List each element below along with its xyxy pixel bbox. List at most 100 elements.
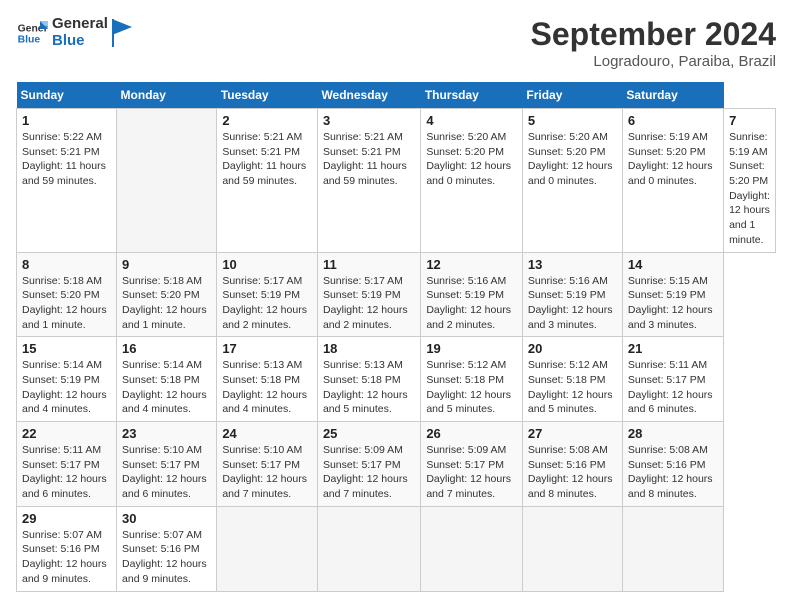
- calendar-week-row: 29 Sunrise: 5:07 AMSunset: 5:16 PMDayligh…: [17, 506, 776, 591]
- day-number: 25: [323, 426, 415, 441]
- day-info: Sunrise: 5:20 AMSunset: 5:20 PMDaylight:…: [426, 130, 517, 189]
- day-info: Sunrise: 5:19 AMSunset: 5:20 PMDaylight:…: [729, 130, 770, 248]
- day-number: 10: [222, 257, 312, 272]
- day-number: 8: [22, 257, 111, 272]
- day-number: 29: [22, 511, 111, 526]
- day-of-week-header: Tuesday: [217, 82, 318, 109]
- day-number: 27: [528, 426, 617, 441]
- calendar-day: 24 Sunrise: 5:10 AMSunset: 5:17 PMDayligh…: [217, 422, 318, 507]
- calendar-day: 21Sunrise: 5:11 AMSunset: 5:17 PMDayligh…: [622, 337, 723, 422]
- calendar-day: 7 Sunrise: 5:19 AMSunset: 5:20 PMDaylight…: [724, 109, 776, 253]
- calendar-day: [622, 506, 723, 591]
- day-number: 21: [628, 341, 718, 356]
- day-info: Sunrise: 5:07 AMSunset: 5:16 PMDaylight:…: [122, 528, 211, 587]
- day-info: Sunrise: 5:14 AMSunset: 5:18 PMDaylight:…: [122, 358, 211, 417]
- day-number: 19: [426, 341, 517, 356]
- calendar-day: [522, 506, 622, 591]
- day-info: Sunrise: 5:18 AMSunset: 5:20 PMDaylight:…: [22, 274, 111, 333]
- day-number: 12: [426, 257, 517, 272]
- day-number: 30: [122, 511, 211, 526]
- calendar-day: 3Sunrise: 5:21 AMSunset: 5:21 PMDaylight…: [317, 109, 420, 253]
- calendar-day: 6 Sunrise: 5:19 AMSunset: 5:20 PMDaylight…: [622, 109, 723, 253]
- calendar-day: [117, 109, 217, 253]
- day-info: Sunrise: 5:16 AMSunset: 5:19 PMDaylight:…: [426, 274, 517, 333]
- calendar-day: 18 Sunrise: 5:13 AMSunset: 5:18 PMDayligh…: [317, 337, 420, 422]
- day-info: Sunrise: 5:15 AMSunset: 5:19 PMDaylight:…: [628, 274, 718, 333]
- day-number: 14: [628, 257, 718, 272]
- calendar-day: 1 Sunrise: 5:22 AMSunset: 5:21 PMDaylight…: [17, 109, 117, 253]
- day-info: Sunrise: 5:08 AMSunset: 5:16 PMDaylight:…: [628, 443, 718, 502]
- month-title: September 2024: [531, 16, 776, 53]
- calendar-day: 25 Sunrise: 5:09 AMSunset: 5:17 PMDayligh…: [317, 422, 420, 507]
- day-info: Sunrise: 5:07 AMSunset: 5:16 PMDaylight:…: [22, 528, 111, 587]
- day-number: 26: [426, 426, 517, 441]
- calendar-day: 11 Sunrise: 5:17 AMSunset: 5:19 PMDayligh…: [317, 252, 420, 337]
- calendar-day: 27 Sunrise: 5:08 AMSunset: 5:16 PMDayligh…: [522, 422, 622, 507]
- day-info: Sunrise: 5:09 AMSunset: 5:17 PMDaylight:…: [323, 443, 415, 502]
- day-number: 24: [222, 426, 312, 441]
- day-info: Sunrise: 5:08 AMSunset: 5:16 PMDaylight:…: [528, 443, 617, 502]
- day-info: Sunrise: 5:10 AMSunset: 5:17 PMDaylight:…: [122, 443, 211, 502]
- calendar-day: 8 Sunrise: 5:18 AMSunset: 5:20 PMDaylight…: [17, 252, 117, 337]
- day-number: 1: [22, 113, 111, 128]
- day-of-week-header: Wednesday: [317, 82, 420, 109]
- day-info: Sunrise: 5:20 AMSunset: 5:20 PMDaylight:…: [528, 130, 617, 189]
- calendar-day: 4Sunrise: 5:20 AMSunset: 5:20 PMDaylight…: [421, 109, 523, 253]
- calendar-day: 23 Sunrise: 5:10 AMSunset: 5:17 PMDayligh…: [117, 422, 217, 507]
- day-info: Sunrise: 5:18 AMSunset: 5:20 PMDaylight:…: [122, 274, 211, 333]
- page-header: General Blue General Blue September 2024…: [16, 16, 776, 70]
- logo-text-blue: Blue: [52, 33, 108, 50]
- day-number: 7: [729, 113, 770, 128]
- logo-text-general: General: [52, 16, 108, 33]
- day-number: 20: [528, 341, 617, 356]
- day-info: Sunrise: 5:16 AMSunset: 5:19 PMDaylight:…: [528, 274, 617, 333]
- calendar-week-row: 22 Sunrise: 5:11 AMSunset: 5:17 PMDayligh…: [17, 422, 776, 507]
- day-info: Sunrise: 5:17 AMSunset: 5:19 PMDaylight:…: [222, 274, 312, 333]
- day-number: 28: [628, 426, 718, 441]
- day-number: 22: [22, 426, 111, 441]
- calendar-day: 26Sunrise: 5:09 AMSunset: 5:17 PMDayligh…: [421, 422, 523, 507]
- calendar-day: 22 Sunrise: 5:11 AMSunset: 5:17 PMDayligh…: [17, 422, 117, 507]
- day-info: Sunrise: 5:17 AMSunset: 5:19 PMDaylight:…: [323, 274, 415, 333]
- day-info: Sunrise: 5:21 AMSunset: 5:21 PMDaylight:…: [222, 130, 312, 189]
- day-info: Sunrise: 5:21 AMSunset: 5:21 PMDaylight:…: [323, 130, 415, 189]
- day-info: Sunrise: 5:14 AMSunset: 5:19 PMDaylight:…: [22, 358, 111, 417]
- calendar-day: 2 Sunrise: 5:21 AMSunset: 5:21 PMDaylight…: [217, 109, 318, 253]
- day-of-week-header: Friday: [522, 82, 622, 109]
- day-info: Sunrise: 5:12 AMSunset: 5:18 PMDaylight:…: [528, 358, 617, 417]
- calendar-day: 12 Sunrise: 5:16 AMSunset: 5:19 PMDayligh…: [421, 252, 523, 337]
- calendar-day: 30 Sunrise: 5:07 AMSunset: 5:16 PMDayligh…: [117, 506, 217, 591]
- calendar-day: [421, 506, 523, 591]
- day-of-week-header: Sunday: [17, 82, 117, 109]
- title-block: September 2024 Logradouro, Paraiba, Braz…: [531, 16, 776, 70]
- calendar-day: 5 Sunrise: 5:20 AMSunset: 5:20 PMDaylight…: [522, 109, 622, 253]
- calendar-day: 15 Sunrise: 5:14 AMSunset: 5:19 PMDayligh…: [17, 337, 117, 422]
- calendar-day: 20 Sunrise: 5:12 AMSunset: 5:18 PMDayligh…: [522, 337, 622, 422]
- calendar-day: 29 Sunrise: 5:07 AMSunset: 5:16 PMDayligh…: [17, 506, 117, 591]
- calendar-day: 13Sunrise: 5:16 AMSunset: 5:19 PMDayligh…: [522, 252, 622, 337]
- day-number: 17: [222, 341, 312, 356]
- day-number: 23: [122, 426, 211, 441]
- calendar-table: SundayMondayTuesdayWednesdayThursdayFrid…: [16, 82, 776, 592]
- day-number: 11: [323, 257, 415, 272]
- calendar-day: [217, 506, 318, 591]
- day-info: Sunrise: 5:22 AMSunset: 5:21 PMDaylight:…: [22, 130, 111, 189]
- day-info: Sunrise: 5:10 AMSunset: 5:17 PMDaylight:…: [222, 443, 312, 502]
- calendar-day: [317, 506, 420, 591]
- day-info: Sunrise: 5:13 AMSunset: 5:18 PMDaylight:…: [323, 358, 415, 417]
- day-of-week-header: Saturday: [622, 82, 723, 109]
- svg-text:Blue: Blue: [18, 34, 41, 45]
- day-number: 6: [628, 113, 718, 128]
- calendar-day: 10 Sunrise: 5:17 AMSunset: 5:19 PMDayligh…: [217, 252, 318, 337]
- day-number: 5: [528, 113, 617, 128]
- calendar-week-row: 8 Sunrise: 5:18 AMSunset: 5:20 PMDaylight…: [17, 252, 776, 337]
- day-number: 18: [323, 341, 415, 356]
- day-number: 15: [22, 341, 111, 356]
- calendar-day: 19Sunrise: 5:12 AMSunset: 5:18 PMDayligh…: [421, 337, 523, 422]
- day-number: 2: [222, 113, 312, 128]
- calendar-day: 16Sunrise: 5:14 AMSunset: 5:18 PMDayligh…: [117, 337, 217, 422]
- calendar-day: 17Sunrise: 5:13 AMSunset: 5:18 PMDayligh…: [217, 337, 318, 422]
- day-info: Sunrise: 5:19 AMSunset: 5:20 PMDaylight:…: [628, 130, 718, 189]
- day-info: Sunrise: 5:11 AMSunset: 5:17 PMDaylight:…: [22, 443, 111, 502]
- day-of-week-header: Thursday: [421, 82, 523, 109]
